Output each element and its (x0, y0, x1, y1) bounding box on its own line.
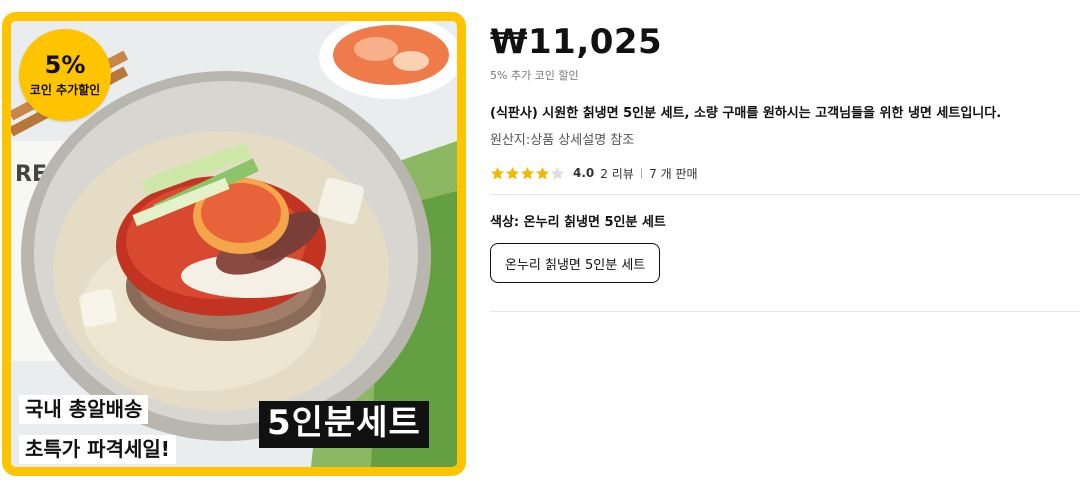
rating-stars (490, 166, 565, 181)
coin-discount-text: 5% 추가 코인 할인 (490, 69, 579, 83)
promo-shipping-text: 국내 총알배송 (19, 395, 149, 424)
divider (490, 311, 1080, 312)
option-label: 색상: 온누리 칡냉면 5인분 세트 (490, 215, 666, 230)
sales-count: 7 개 판매 (649, 166, 698, 181)
product-details: ₩11,025 5% 추가 코인 할인 (식판사) 시원한 칡냉면 5인분 세트… (490, 22, 1080, 312)
badge-percent: 5% (44, 51, 86, 80)
star-filled-icon (535, 166, 550, 181)
separator: | (639, 167, 644, 179)
coin-discount-badge: 5% 코인 추가할인 (19, 29, 111, 121)
star-filled-icon (490, 166, 505, 181)
star-filled-icon (505, 166, 520, 181)
star-empty-icon (550, 166, 565, 181)
divider (490, 194, 1080, 195)
promo-sale-text: 초특가 파격세일! (19, 435, 176, 464)
option-chip-selected[interactable]: 온누리 칡냉면 5인분 세트 (490, 243, 661, 283)
review-count-link[interactable]: 2 리뷰 (600, 165, 634, 182)
product-price: ₩11,025 (490, 22, 663, 62)
rating-value: 4.0 (573, 166, 595, 181)
origin-text: 원산지:상품 상세설명 참조 (490, 133, 635, 149)
star-filled-icon (520, 166, 535, 181)
rating-row: 4.0 2 리뷰 | 7 개 판매 (490, 165, 1080, 181)
badge-label: 코인 추가할인 (29, 82, 101, 97)
product-image[interactable]: RE 5% 코인 추가할인 국내 총알배송 초특가 파격세일! 5인분세트 (2, 12, 466, 476)
product-title: (식판사) 시원한 칡냉면 5인분 세트, 소량 구매를 원하시는 고객님들을 … (490, 106, 1002, 122)
set-label: 5인분세트 (259, 401, 429, 448)
